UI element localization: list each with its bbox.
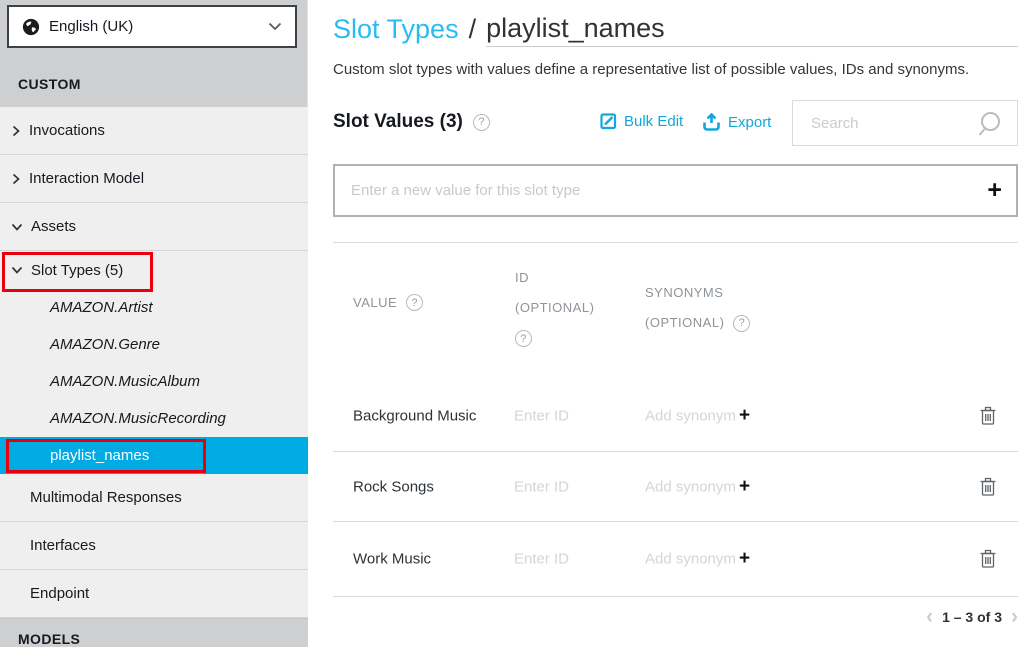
sidebar-item-assets[interactable]: Assets (0, 203, 308, 251)
app-window: English (UK) CUSTOM Invocations Interact… (0, 0, 1032, 647)
slot-value-text[interactable]: Work Music (353, 551, 431, 568)
table-row: Background Music + (333, 380, 1018, 452)
search-icon[interactable] (977, 110, 1005, 138)
annotation-box-slot-types (2, 252, 153, 292)
page-description: Custom slot types with values define a r… (333, 61, 1018, 78)
add-synonym-button[interactable]: + (739, 548, 750, 570)
help-icon[interactable]: ? (733, 315, 750, 332)
help-icon[interactable]: ? (406, 294, 423, 311)
chevron-down-icon (268, 22, 282, 31)
add-synonym-button[interactable]: + (739, 405, 750, 427)
sidebar-item-amazon-musicrecording[interactable]: AMAZON.MusicRecording (0, 400, 308, 437)
export-icon (702, 113, 721, 131)
page-title: playlist_names (486, 13, 665, 43)
id-input[interactable] (514, 478, 629, 495)
synonym-input[interactable] (645, 478, 737, 495)
custom-section-label: CUSTOM (18, 76, 81, 92)
pagination-next[interactable]: › (1011, 606, 1018, 627)
sidebar-item-amazon-artist[interactable]: AMAZON.Artist (0, 289, 308, 326)
slot-values-heading: Slot Values (3) (333, 111, 463, 133)
pagination: ‹ 1 – 3 of 3 › (333, 606, 1018, 627)
synonym-input[interactable] (645, 551, 737, 568)
language-label: English (UK) (49, 18, 268, 35)
sidebar-item-invocations[interactable]: Invocations (0, 107, 308, 155)
breadcrumb-parent-link[interactable]: Slot Types (333, 13, 459, 47)
slot-values-table-body: Background Music + Rock Songs + (333, 380, 1018, 597)
bulk-edit-button[interactable]: Bulk Edit (600, 113, 683, 130)
sidebar-item-multimodal-responses[interactable]: Multimodal Responses (0, 474, 308, 522)
trash-icon[interactable] (980, 477, 996, 497)
models-section-label: MODELS (18, 631, 308, 647)
sidebar: English (UK) CUSTOM Invocations Interact… (0, 0, 308, 647)
sidebar-item-interfaces[interactable]: Interfaces (0, 522, 308, 570)
help-icon[interactable]: ? (515, 330, 532, 347)
pagination-range: 1 – 3 of 3 (942, 609, 1002, 625)
bulk-edit-icon (600, 113, 617, 130)
new-value-box: + (333, 164, 1018, 217)
table-row: Work Music + (333, 522, 1018, 597)
export-button[interactable]: Export (702, 113, 771, 131)
chevron-right-icon (11, 125, 21, 137)
globe-icon (22, 18, 40, 36)
synonyms-column-header: SYNONYMS (OPTIONAL) ? (645, 278, 750, 338)
pagination-prev[interactable]: ‹ (926, 606, 933, 627)
language-selector[interactable]: English (UK) (7, 5, 297, 48)
chevron-down-icon (11, 222, 23, 232)
sidebar-item-endpoint[interactable]: Endpoint (0, 570, 308, 618)
sidebar-item-amazon-musicalbum[interactable]: AMAZON.MusicAlbum (0, 363, 308, 400)
search-box (792, 100, 1018, 146)
models-section: MODELS (0, 618, 308, 647)
search-input[interactable] (793, 101, 973, 145)
chevron-right-icon (11, 173, 21, 185)
sidebar-item-interaction-model[interactable]: Interaction Model (0, 155, 308, 203)
id-input[interactable] (514, 407, 629, 424)
page-title-field: playlist_names (486, 12, 1018, 47)
slot-values-table-header: VALUE ? ID (OPTIONAL) ? SYNONYMS (OPTION… (333, 242, 1018, 380)
id-input[interactable] (514, 551, 629, 568)
value-column-header: VALUE ? (353, 294, 423, 311)
trash-icon[interactable] (980, 406, 996, 426)
id-column-header: ID (OPTIONAL) ? (515, 263, 594, 347)
help-icon[interactable]: ? (473, 114, 490, 131)
annotation-box-playlist-names (6, 439, 206, 473)
trash-icon[interactable] (980, 549, 996, 569)
new-value-input[interactable] (335, 166, 955, 215)
table-row: Rock Songs + (333, 452, 1018, 522)
breadcrumb: Slot Types / playlist_names (333, 12, 1018, 47)
slot-value-text[interactable]: Background Music (353, 407, 476, 424)
add-synonym-button[interactable]: + (739, 476, 750, 498)
synonym-input[interactable] (645, 407, 737, 424)
breadcrumb-separator: / (469, 13, 477, 47)
sidebar-item-amazon-genre[interactable]: AMAZON.Genre (0, 326, 308, 363)
slot-values-heading-row: Slot Values (3) ? (333, 111, 490, 133)
slot-value-text[interactable]: Rock Songs (353, 478, 434, 495)
add-value-button[interactable]: + (987, 175, 1002, 205)
